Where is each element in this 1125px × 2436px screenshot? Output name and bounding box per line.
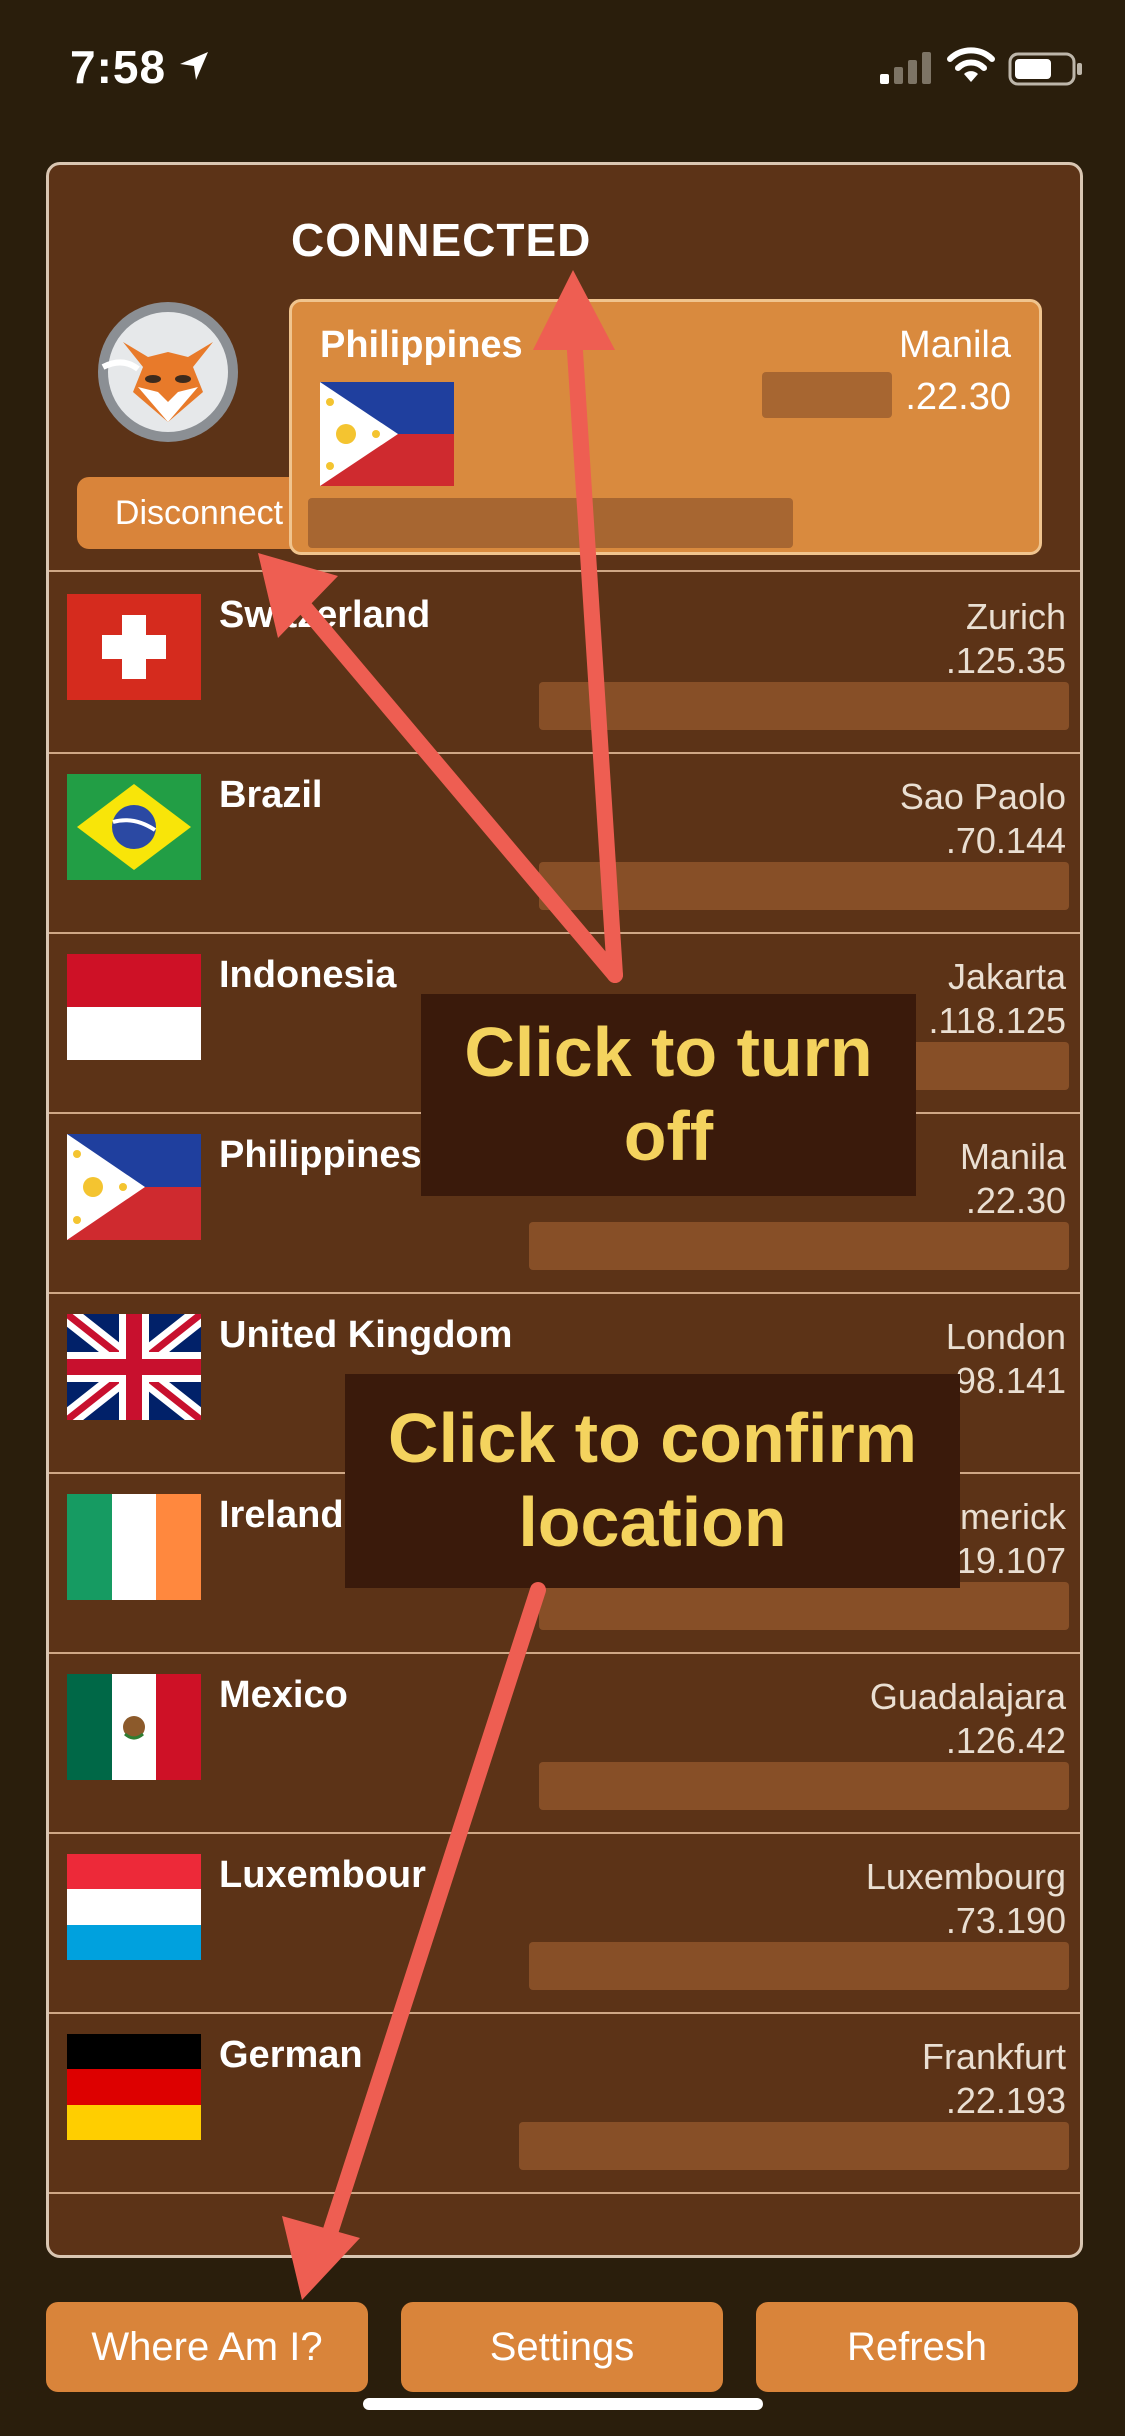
home-indicator[interactable] bbox=[363, 2398, 763, 2410]
redacted-info bbox=[529, 1942, 1069, 1990]
redacted-info bbox=[539, 862, 1069, 910]
fox-logo-icon bbox=[98, 302, 238, 442]
server-city: Sao Paolo bbox=[899, 776, 1066, 817]
redacted-ip bbox=[762, 372, 892, 418]
indonesia-flag-icon bbox=[67, 954, 201, 1060]
uk-flag-icon bbox=[67, 1314, 201, 1420]
server-country: Switzerland bbox=[219, 594, 431, 636]
server-city: Frankfurt bbox=[921, 2036, 1066, 2077]
server-ip: .70.144 bbox=[945, 820, 1066, 861]
philippines-flag-icon bbox=[67, 1134, 201, 1240]
server-city: Manila bbox=[959, 1136, 1066, 1177]
redacted-info bbox=[519, 2122, 1069, 2170]
server-country: Indonesia bbox=[219, 954, 397, 996]
redacted-info bbox=[529, 1222, 1069, 1270]
server-ip: .73.190 bbox=[945, 1900, 1066, 1941]
brazil-flag-icon bbox=[67, 774, 201, 880]
server-row-germany[interactable]: German Frankfurt .22.193 bbox=[49, 2012, 1080, 2194]
server-city: London bbox=[945, 1316, 1066, 1357]
current-country: Philippines bbox=[320, 324, 523, 366]
server-country: Brazil bbox=[219, 774, 323, 816]
server-ip: .118.125 bbox=[928, 1000, 1066, 1041]
server-city: merick bbox=[960, 1496, 1066, 1537]
server-ip: .22.193 bbox=[945, 2080, 1066, 2121]
server-country: Mexico bbox=[219, 1674, 348, 1716]
cellular-signal-icon bbox=[880, 52, 931, 84]
settings-button[interactable]: Settings bbox=[401, 2302, 723, 2392]
mexico-flag-icon bbox=[67, 1674, 201, 1780]
server-city: Jakarta bbox=[947, 956, 1066, 997]
connection-header: CONNECTED Disconnect Philippines Manila … bbox=[49, 165, 1080, 572]
server-city: Luxembourg bbox=[865, 1856, 1066, 1897]
server-country: Ireland bbox=[219, 1494, 344, 1536]
server-ip: 19.107 bbox=[955, 1540, 1066, 1581]
vpn-panel: CONNECTED Disconnect Philippines Manila … bbox=[46, 162, 1083, 2258]
redacted-info bbox=[539, 682, 1069, 730]
server-country: United Kingdom bbox=[219, 1314, 513, 1356]
where-am-i-button[interactable]: Where Am I? bbox=[46, 2302, 368, 2392]
server-ip: 98.141 bbox=[955, 1360, 1066, 1401]
ireland-flag-icon bbox=[67, 1494, 201, 1600]
current-ip: .22.30 bbox=[905, 376, 1011, 418]
server-ip: .125.35 bbox=[945, 640, 1066, 681]
server-country: Luxembour bbox=[219, 1854, 426, 1896]
redacted-info bbox=[539, 1762, 1069, 1810]
refresh-button[interactable]: Refresh bbox=[756, 2302, 1078, 2392]
location-arrow-icon bbox=[180, 52, 208, 80]
server-row-luxembourg[interactable]: Luxembour Luxembourg .73.190 bbox=[49, 1832, 1080, 2014]
server-country: German bbox=[219, 2034, 363, 2076]
redacted-info bbox=[539, 1582, 1069, 1630]
connection-status: CONNECTED bbox=[291, 214, 592, 266]
switzerland-flag-icon bbox=[67, 594, 201, 700]
server-row-mexico[interactable]: Mexico Guadalajara .126.42 bbox=[49, 1652, 1080, 1834]
wifi-icon bbox=[947, 47, 995, 82]
callout-turn-off: Click to turn off bbox=[421, 994, 916, 1196]
redacted-info bbox=[308, 498, 793, 548]
luxembourg-flag-icon bbox=[67, 1854, 201, 1960]
server-ip: .22.30 bbox=[965, 1180, 1066, 1221]
server-city: Guadalajara bbox=[869, 1676, 1066, 1717]
status-bar: 7:58 bbox=[0, 0, 1125, 140]
server-row-switzerland[interactable]: Switzerland Zurich .125.35 bbox=[49, 572, 1080, 754]
current-city: Manila bbox=[899, 324, 1011, 366]
philippines-flag-icon bbox=[320, 382, 454, 486]
server-country: Philippines bbox=[219, 1134, 422, 1176]
callout-confirm-location: Click to confirm location bbox=[345, 1374, 960, 1588]
server-ip: .126.42 bbox=[945, 1720, 1066, 1761]
server-city: Zurich bbox=[965, 596, 1066, 637]
current-server-card[interactable]: Philippines Manila .22.30 bbox=[289, 299, 1042, 555]
germany-flag-icon bbox=[67, 2034, 201, 2140]
status-time: 7:58 bbox=[70, 41, 167, 93]
battery-icon bbox=[1008, 52, 1082, 86]
server-row-brazil[interactable]: Brazil Sao Paolo .70.144 bbox=[49, 752, 1080, 934]
disconnect-button[interactable]: Disconnect bbox=[77, 477, 321, 549]
